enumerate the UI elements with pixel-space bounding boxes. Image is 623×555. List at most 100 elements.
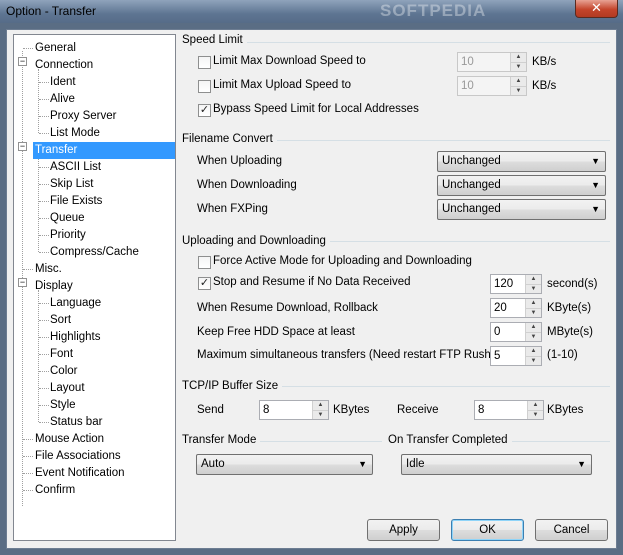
check-icon: ✓	[199, 104, 210, 116]
when-uploading-select[interactable]: Unchanged ▼	[437, 151, 606, 172]
download-speed-value: 10	[461, 56, 474, 68]
check-icon: ✓	[199, 277, 210, 289]
tree-item-queue[interactable]: Queue	[48, 210, 87, 227]
max-transfers-stepper[interactable]: 5 ▲ ▼	[490, 346, 542, 366]
max-transfers-value: 5	[494, 350, 501, 362]
spin-up-icon[interactable]: ▲	[313, 401, 328, 410]
when-fxping-label: When FXPing	[197, 203, 268, 215]
tree-item-color[interactable]: Color	[48, 363, 79, 380]
tree-item-highlights[interactable]: Highlights	[48, 329, 103, 346]
stop-resume-stepper[interactable]: 120 ▲ ▼	[490, 274, 542, 294]
limit-upload-checkbox[interactable]	[198, 80, 211, 93]
limit-download-checkbox[interactable]	[198, 56, 211, 69]
close-icon: ✕	[591, 0, 602, 15]
max-transfers-range: (1-10)	[547, 349, 578, 361]
free-hdd-label: Keep Free HDD Space at least	[197, 326, 355, 338]
tree-item-language[interactable]: Language	[48, 295, 103, 312]
spin-up-icon: ▲	[511, 77, 526, 86]
spin-down-icon[interactable]: ▼	[526, 308, 541, 317]
tree-item-priority[interactable]: Priority	[48, 227, 88, 244]
upload-speed-stepper: 10 ▲ ▼	[457, 76, 527, 96]
limit-download-label: Limit Max Download Speed to	[213, 55, 366, 67]
bypass-local-label: Bypass Speed Limit for Local Addresses	[213, 103, 419, 115]
transfer-mode-value: Auto	[201, 458, 225, 470]
tree-item-list-mode[interactable]: List Mode	[48, 125, 102, 142]
tree-item-font[interactable]: Font	[48, 346, 75, 363]
spin-down-icon: ▼	[511, 62, 526, 71]
stop-resume-checkbox[interactable]: ✓	[198, 277, 211, 290]
tree-line	[23, 269, 33, 270]
tree-item-mouse-action[interactable]: Mouse Action	[33, 431, 106, 448]
bypass-local-checkbox[interactable]: ✓	[198, 104, 211, 117]
tree-line	[38, 69, 39, 133]
tree-item-file-exists[interactable]: File Exists	[48, 193, 104, 210]
receive-buffer-unit: KBytes	[547, 404, 584, 416]
receive-buffer-value: 8	[478, 404, 485, 416]
send-buffer-stepper[interactable]: 8 ▲ ▼	[259, 400, 329, 420]
collapse-icon[interactable]: −	[18, 142, 27, 151]
tree-item-ascii-list[interactable]: ASCII List	[48, 159, 103, 176]
receive-buffer-stepper[interactable]: 8 ▲ ▼	[474, 400, 544, 420]
upload-speed-value: 10	[461, 80, 474, 92]
stop-resume-value: 120	[494, 278, 514, 290]
chevron-down-icon: ▼	[591, 156, 600, 166]
spin-up-icon[interactable]: ▲	[526, 323, 541, 332]
chevron-down-icon: ▼	[591, 204, 600, 214]
tree-item-sort[interactable]: Sort	[48, 312, 73, 329]
upload-speed-unit: KB/s	[532, 80, 557, 92]
free-hdd-unit: MByte(s)	[547, 326, 593, 338]
tree-item-alive[interactable]: Alive	[48, 91, 77, 108]
when-downloading-select[interactable]: Unchanged ▼	[437, 175, 606, 196]
tree-item-confirm[interactable]: Confirm	[33, 482, 77, 499]
group-title-on-completed: On Transfer Completed	[388, 434, 512, 446]
tree-item-skip-list[interactable]: Skip List	[48, 176, 95, 193]
tree-item-event-notification[interactable]: Event Notification	[33, 465, 127, 482]
spin-up-icon[interactable]: ▲	[526, 275, 541, 284]
tree-item-compress-cache[interactable]: Compress/Cache	[48, 244, 141, 261]
on-completed-select[interactable]: Idle ▼	[401, 454, 592, 475]
tree-item-layout[interactable]: Layout	[48, 380, 87, 397]
receive-label: Receive	[397, 404, 439, 416]
spin-down-icon[interactable]: ▼	[526, 356, 541, 365]
when-uploading-value: Unchanged	[442, 155, 501, 167]
when-fxping-select[interactable]: Unchanged ▼	[437, 199, 606, 220]
close-button[interactable]: ✕	[575, 0, 618, 18]
send-label: Send	[197, 404, 224, 416]
tree-item-connection[interactable]: Connection	[33, 57, 95, 74]
tree-item-general[interactable]: General	[33, 40, 78, 57]
ok-button[interactable]: OK	[451, 519, 524, 541]
spin-down-icon[interactable]: ▼	[526, 332, 541, 341]
tree-item-style[interactable]: Style	[48, 397, 78, 414]
cancel-button[interactable]: Cancel	[535, 519, 608, 541]
transfer-mode-select[interactable]: Auto ▼	[196, 454, 373, 475]
spin-up-icon[interactable]: ▲	[526, 347, 541, 356]
spin-up-icon[interactable]: ▲	[526, 299, 541, 308]
when-fxping-value: Unchanged	[442, 203, 501, 215]
spin-down-icon[interactable]: ▼	[313, 410, 328, 419]
tree-item-misc[interactable]: Misc.	[33, 261, 64, 278]
spin-up-icon[interactable]: ▲	[528, 401, 543, 410]
collapse-icon[interactable]: −	[18, 57, 27, 66]
tree-item-file-associations[interactable]: File Associations	[33, 448, 123, 465]
tree-item-transfer[interactable]: Transfer	[33, 142, 175, 159]
tree-item-display[interactable]: Display	[33, 278, 75, 295]
apply-button[interactable]: Apply	[367, 519, 440, 541]
collapse-icon[interactable]: −	[18, 278, 27, 287]
rollback-label: When Resume Download, Rollback	[197, 302, 378, 314]
tree-item-ident[interactable]: Ident	[48, 74, 78, 91]
chevron-down-icon: ▼	[358, 459, 367, 469]
force-active-checkbox[interactable]	[198, 256, 211, 269]
rollback-value: 20	[494, 302, 507, 314]
free-hdd-stepper[interactable]: 0 ▲ ▼	[490, 322, 542, 342]
options-tree[interactable]: − − − General Connection Ident Alive Pro…	[13, 34, 176, 541]
rollback-stepper[interactable]: 20 ▲ ▼	[490, 298, 542, 318]
tree-item-status-bar[interactable]: Status bar	[48, 414, 104, 431]
title-bar: Option - Transfer SOFTPEDIA ✕	[0, 0, 623, 23]
spin-down-icon[interactable]: ▼	[526, 284, 541, 293]
tree-item-proxy-server[interactable]: Proxy Server	[48, 108, 118, 125]
chevron-down-icon: ▼	[577, 459, 586, 469]
tree-line	[23, 473, 33, 474]
rollback-unit: KByte(s)	[547, 302, 592, 314]
spin-down-icon[interactable]: ▼	[528, 410, 543, 419]
when-uploading-label: When Uploading	[197, 155, 283, 167]
